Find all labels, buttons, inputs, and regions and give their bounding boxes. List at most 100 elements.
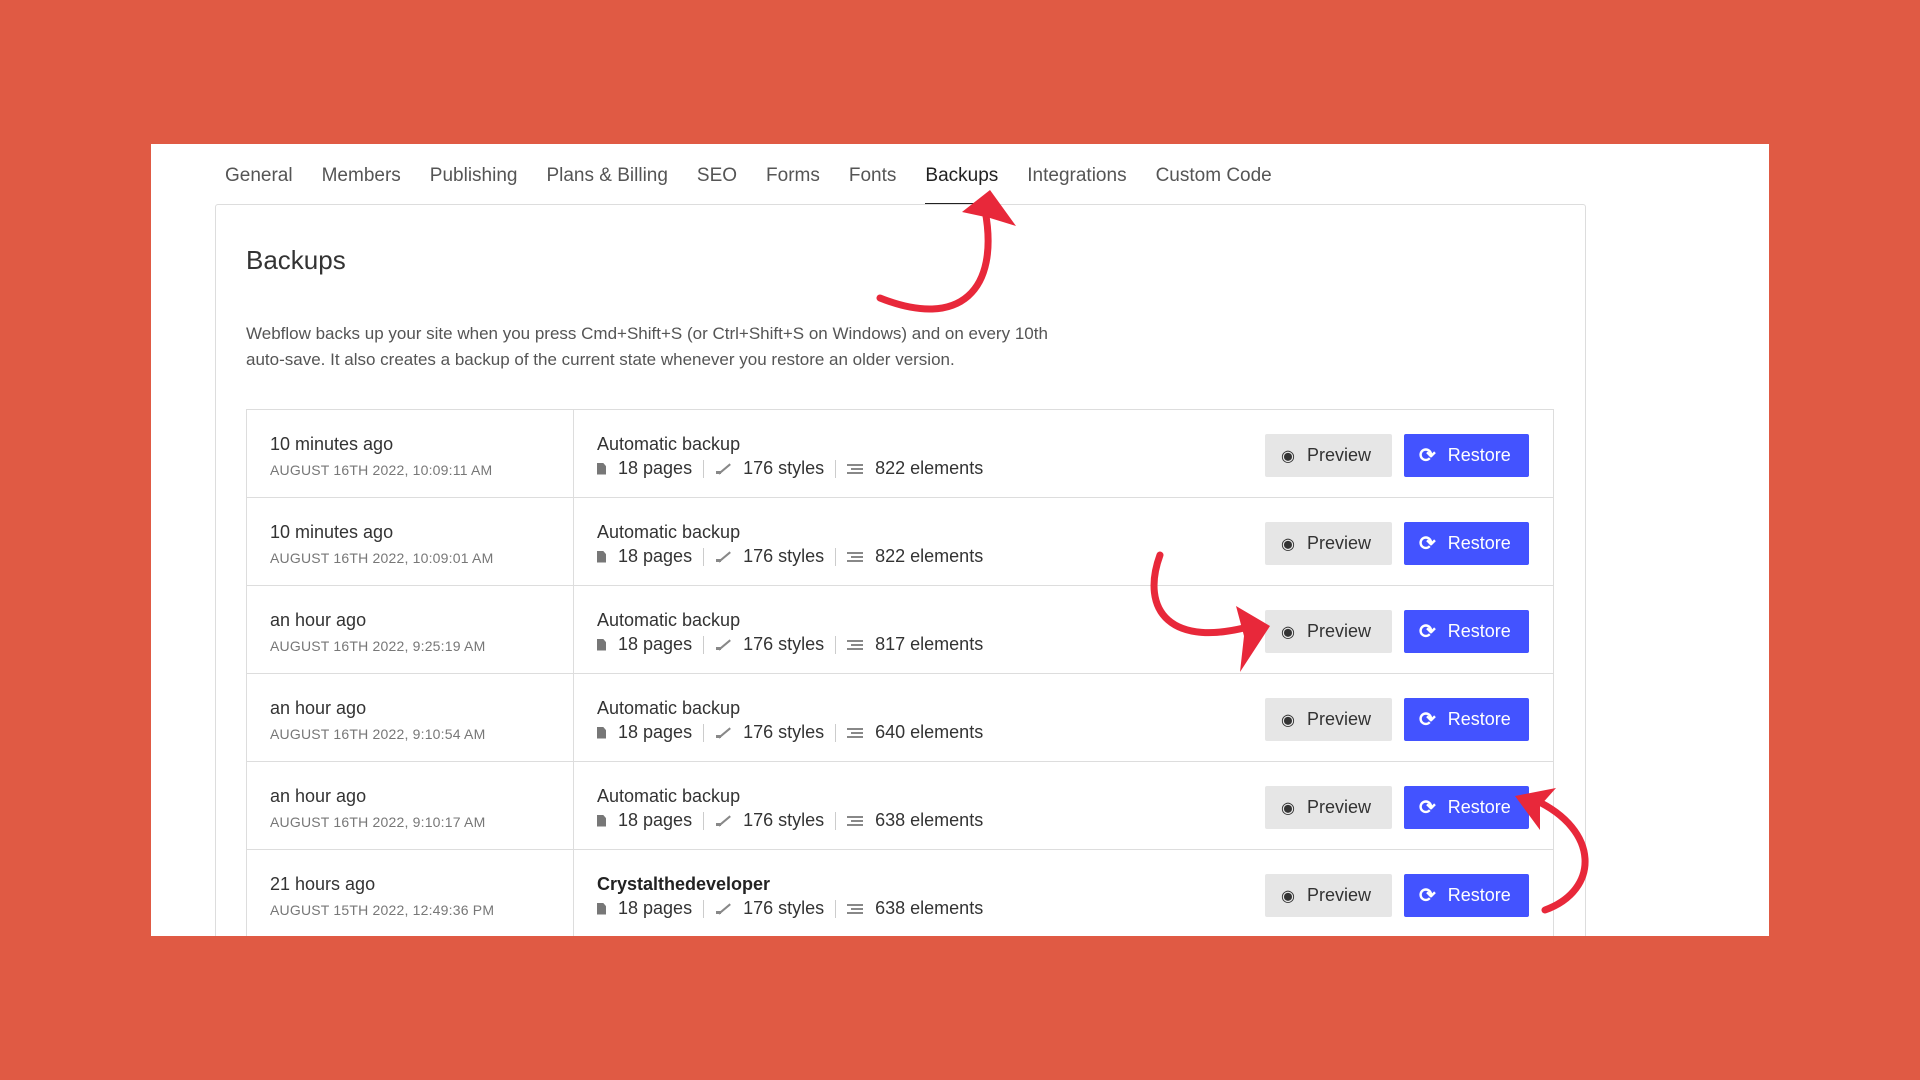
backup-row: an hour ago AUGUST 16TH 2022, 9:25:19 AM A… — [247, 586, 1553, 674]
backup-row: an hour ago AUGUST 16TH 2022, 9:10:54 AM A… — [247, 674, 1553, 762]
backup-styles: 176 styles — [743, 722, 825, 742]
backup-elements: 638 elements — [875, 810, 984, 830]
backup-timestamp: AUGUST 16TH 2022, 9:10:17 AM — [270, 814, 486, 830]
rotate-icon: ⟳ — [1419, 797, 1436, 819]
eye-icon: ◉ — [1281, 535, 1295, 553]
backup-stats: 18 pages 176 styles 638 elements — [597, 810, 983, 831]
backups-table: 10 minutes ago AUGUST 16TH 2022, 10:09:11… — [246, 409, 1554, 936]
divider — [703, 459, 705, 478]
tab-members[interactable]: Members — [322, 162, 401, 206]
divider — [835, 723, 837, 742]
divider — [703, 723, 705, 742]
eye-icon: ◉ — [1281, 799, 1295, 817]
tab-forms[interactable]: Forms — [766, 162, 820, 206]
preview-button[interactable]: ◉ Preview — [1265, 610, 1392, 653]
preview-button[interactable]: ◉ Preview — [1265, 522, 1392, 565]
backup-stats: 18 pages 176 styles 822 elements — [597, 546, 983, 567]
rotate-icon: ⟳ — [1419, 533, 1436, 555]
settings-panel: General Members Publishing Plans & Billing S… — [151, 144, 1769, 936]
preview-label: Preview — [1306, 709, 1371, 729]
settings-tabs: General Members Publishing Plans & Billing S… — [225, 162, 1301, 206]
preview-label: Preview — [1306, 445, 1371, 465]
backup-title: Automatic backup — [597, 434, 741, 454]
backup-elements: 822 elements — [875, 458, 984, 478]
backup-elements: 640 elements — [875, 722, 984, 742]
backup-timestamp: AUGUST 16TH 2022, 10:09:11 AM — [270, 462, 493, 478]
eye-icon: ◉ — [1281, 447, 1295, 465]
backup-styles: 176 styles — [743, 458, 825, 478]
tab-fonts[interactable]: Fonts — [849, 162, 897, 206]
rotate-icon: ⟳ — [1419, 709, 1436, 731]
divider — [703, 899, 705, 918]
tab-integrations[interactable]: Integrations — [1027, 162, 1126, 206]
backup-time-cell: an hour ago AUGUST 16TH 2022, 9:10:54 AM — [247, 674, 574, 761]
backup-pages: 18 pages — [618, 898, 693, 918]
backup-time-cell: 10 minutes ago AUGUST 16TH 2022, 10:09:11… — [247, 410, 574, 497]
backup-timestamp: AUGUST 16TH 2022, 9:10:54 AM — [270, 726, 486, 742]
brush-icon — [715, 463, 731, 475]
backup-stats: 18 pages 176 styles 817 elements — [597, 634, 983, 655]
divider — [835, 899, 837, 918]
backup-elements: 638 elements — [875, 898, 984, 918]
page-icon — [597, 462, 606, 475]
backup-stats: 18 pages 176 styles 638 elements — [597, 898, 983, 919]
preview-label: Preview — [1306, 797, 1371, 817]
backup-relative-time: an hour ago — [270, 786, 367, 806]
restore-label: Restore — [1447, 885, 1511, 905]
backup-pages: 18 pages — [618, 458, 693, 478]
divider — [703, 547, 705, 566]
backup-title: Crystalthedeveloper — [597, 874, 771, 894]
tab-publishing[interactable]: Publishing — [430, 162, 518, 206]
restore-button[interactable]: ⟳ Restore — [1404, 786, 1529, 829]
tab-general[interactable]: General — [225, 162, 293, 206]
backup-stats: 18 pages 176 styles 822 elements — [597, 458, 983, 479]
list-icon — [847, 903, 864, 915]
backup-elements: 817 elements — [875, 634, 984, 654]
backup-pages: 18 pages — [618, 634, 693, 654]
rotate-icon: ⟳ — [1419, 621, 1436, 643]
backup-relative-time: 10 minutes ago — [270, 434, 394, 454]
tab-backups[interactable]: Backups — [925, 162, 998, 206]
backup-styles: 176 styles — [743, 546, 825, 566]
backup-elements: 822 elements — [875, 546, 984, 566]
backup-styles: 176 styles — [743, 634, 825, 654]
preview-button[interactable]: ◉ Preview — [1265, 698, 1392, 741]
restore-label: Restore — [1447, 797, 1511, 817]
backup-styles: 176 styles — [743, 898, 825, 918]
backup-title: Automatic backup — [597, 698, 741, 718]
list-icon — [847, 463, 864, 475]
restore-button[interactable]: ⟳ Restore — [1404, 434, 1529, 477]
tab-custom-code[interactable]: Custom Code — [1156, 162, 1272, 206]
page-title: Backups — [246, 245, 346, 275]
preview-button[interactable]: ◉ Preview — [1265, 874, 1392, 917]
page-icon — [597, 902, 606, 915]
divider — [835, 635, 837, 654]
restore-button[interactable]: ⟳ Restore — [1404, 874, 1529, 917]
rotate-icon: ⟳ — [1419, 445, 1436, 467]
brush-icon — [715, 903, 731, 915]
backups-description: Webflow backs up your site when you pres… — [246, 324, 1048, 369]
page-icon — [597, 814, 606, 827]
restore-label: Restore — [1447, 621, 1511, 641]
tab-seo[interactable]: SEO — [697, 162, 737, 206]
brush-icon — [715, 551, 731, 563]
restore-button[interactable]: ⟳ Restore — [1404, 610, 1529, 653]
backup-pages: 18 pages — [618, 722, 693, 742]
divider — [835, 811, 837, 830]
preview-label: Preview — [1306, 533, 1371, 553]
backup-timestamp: AUGUST 15TH 2022, 12:49:36 PM — [270, 902, 495, 918]
restore-button[interactable]: ⟳ Restore — [1404, 698, 1529, 741]
backup-pages: 18 pages — [618, 546, 693, 566]
tab-plans-billing[interactable]: Plans & Billing — [546, 162, 667, 206]
backup-timestamp: AUGUST 16TH 2022, 9:25:19 AM — [270, 638, 486, 654]
preview-button[interactable]: ◉ Preview — [1265, 434, 1392, 477]
backup-relative-time: 10 minutes ago — [270, 522, 394, 542]
preview-button[interactable]: ◉ Preview — [1265, 786, 1392, 829]
backup-styles: 176 styles — [743, 810, 825, 830]
backup-title: Automatic backup — [597, 786, 741, 806]
backup-relative-time: an hour ago — [270, 698, 367, 718]
restore-label: Restore — [1447, 709, 1511, 729]
list-icon — [847, 727, 864, 739]
page-icon — [597, 726, 606, 739]
restore-button[interactable]: ⟳ Restore — [1404, 522, 1529, 565]
